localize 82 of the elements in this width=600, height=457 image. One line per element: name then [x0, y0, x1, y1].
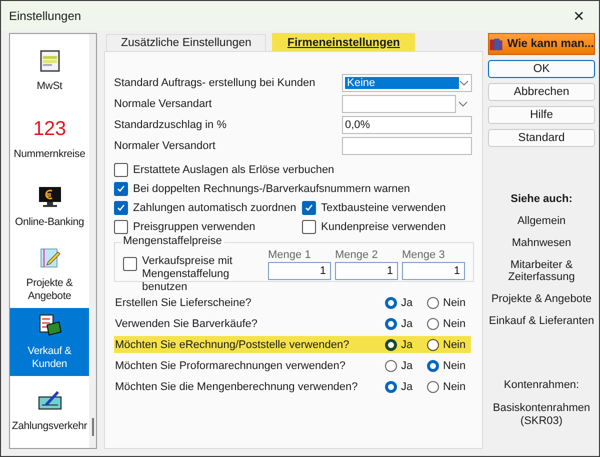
sidebar-item[interactable]: MwSt — [10, 36, 89, 104]
question-label: Möchten Sie eRechnung/Poststelle verwenden? — [115, 338, 350, 350]
checkbox-label: Textbausteine verwenden — [321, 202, 446, 214]
checkbox-label: Verkaufspreise mit Mengenstaffelung benutzen — [142, 255, 234, 294]
field-label: Standard Auftrags- erstellung bei Kunden — [114, 77, 316, 89]
radio-button[interactable] — [385, 360, 397, 372]
dropdown-field[interactable]: Keine — [342, 74, 472, 92]
input-field[interactable]: 0,0% — [342, 116, 472, 134]
checkbox[interactable] — [114, 182, 128, 196]
radio-label: Nein — [443, 318, 466, 330]
checkbox-label: Zahlungen automatisch zuordnen — [133, 202, 296, 214]
radio-button[interactable] — [427, 360, 439, 372]
link[interactable]: Einkauf & Lieferanten — [488, 315, 594, 327]
dialog-button[interactable]: OK — [488, 60, 595, 78]
dialog-button[interactable]: Standard — [488, 129, 595, 147]
field-label: Normale Versandart — [114, 98, 213, 110]
question-label: Möchten Sie Proformarechnungen verwenden? — [115, 360, 347, 372]
radio-label: Nein — [443, 360, 466, 372]
radio-label: Ja — [401, 380, 413, 392]
radio-button[interactable] — [385, 380, 397, 392]
checkbox-label: Kundenpreise verwenden — [321, 221, 446, 233]
checkbox[interactable] — [114, 220, 128, 234]
field-label: Menge 1 — [268, 249, 312, 261]
number-symbol: 123 — [33, 116, 66, 142]
checkbox-label: Bei doppelten Rechnungs-/Barverkaufsnummern warnen — [133, 183, 410, 195]
dropdown-field[interactable] — [342, 95, 456, 113]
radio-label: Nein — [443, 380, 466, 392]
question-label: Möchten Sie die Mengenberechnung verwenden? — [115, 380, 359, 392]
link[interactable]: Mahnwesen — [512, 237, 572, 249]
checkbox-label: Preisgruppen verwenden — [133, 221, 256, 233]
checkbox[interactable] — [302, 220, 316, 234]
input-field[interactable] — [342, 137, 472, 155]
books-icon — [489, 36, 504, 52]
checkbox[interactable] — [123, 257, 137, 271]
section-heading: Kontenrahmen: — [504, 379, 580, 391]
chevron-down-icon — [458, 101, 468, 107]
radio-label: Ja — [401, 318, 413, 330]
link[interactable]: Mitarbeiter & Zeiterfassung — [488, 259, 595, 283]
account-value: Basiskontenrahmen (SKR03) — [492, 402, 592, 428]
checkbox[interactable] — [114, 163, 128, 177]
radio-button[interactable] — [385, 296, 397, 308]
tab[interactable]: Firmeneinstellungen — [272, 33, 415, 51]
link[interactable]: Allgemein — [517, 215, 566, 227]
radio-label: Nein — [443, 296, 466, 308]
sidebar-item[interactable]: Online-Banking — [10, 172, 89, 240]
help-button[interactable]: Wie kann man... — [488, 33, 595, 55]
radio-label: Ja — [401, 338, 413, 350]
question-label: Verwenden Sie Barverkäufe? — [115, 318, 258, 330]
sidebar-item[interactable]: Verkauf & Kunden — [10, 308, 89, 376]
checkbox-label: Erstattete Auslagen als Erlöse verbuchen — [133, 164, 334, 176]
chevron-down-icon — [459, 80, 469, 86]
radio-label: Nein — [443, 338, 466, 350]
checkbox[interactable] — [114, 201, 128, 215]
question-label: Erstellen Sie Lieferscheine? — [115, 296, 252, 308]
dialog-button[interactable]: Hilfe — [488, 106, 595, 124]
sidebar-item[interactable]: 123 Nummernkreise — [10, 104, 89, 172]
group-title: Mengenstaffelpreise — [121, 235, 224, 247]
check-icon — [304, 203, 314, 213]
sidebar-item[interactable]: Projekte & Angebote — [10, 240, 89, 308]
radio-button[interactable] — [427, 380, 439, 392]
radio-button[interactable] — [385, 318, 397, 330]
section-heading: Siehe auch: — [510, 193, 572, 205]
radio-button[interactable] — [427, 338, 439, 350]
radio-button[interactable] — [385, 338, 397, 350]
window-title: Einstellungen — [9, 9, 82, 23]
radio-label: Ja — [401, 296, 413, 308]
field-label: Standardzuschlag in % — [114, 119, 228, 131]
tab[interactable]: Zusätzliche Einstellungen — [106, 34, 266, 51]
field-label: Normaler Versandort — [114, 140, 216, 152]
dialog-button[interactable]: Abbrechen — [488, 83, 595, 101]
input-field[interactable]: 1 — [268, 262, 331, 280]
input-field[interactable]: 1 — [335, 262, 398, 280]
radio-label: Ja — [401, 360, 413, 372]
radio-button[interactable] — [427, 318, 439, 330]
checkbox[interactable] — [302, 201, 316, 215]
field-label: Menge 2 — [335, 249, 379, 261]
sidebar-item[interactable]: Zahlungsverkehr — [10, 376, 89, 444]
radio-button[interactable] — [427, 296, 439, 308]
input-field[interactable]: 1 — [402, 262, 465, 280]
close-button[interactable]: ✕ — [569, 8, 589, 24]
field-label: Menge 3 — [402, 249, 446, 261]
link[interactable]: Projekte & Angebote — [491, 293, 592, 305]
